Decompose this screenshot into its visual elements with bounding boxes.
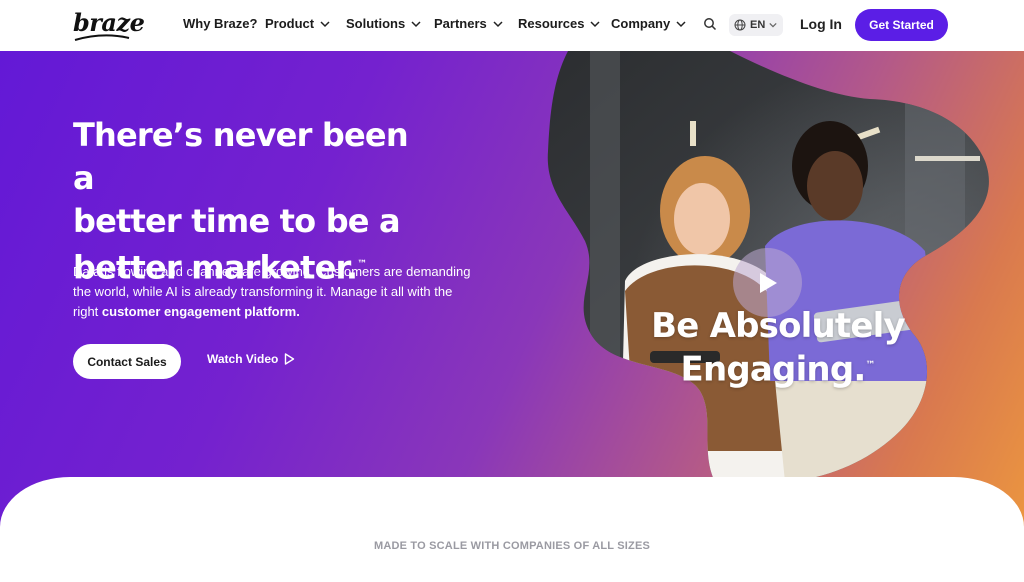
chevron-down-icon xyxy=(411,20,421,27)
nav-label: Partners xyxy=(434,16,487,31)
watch-video-label: Watch Video xyxy=(207,352,279,366)
nav-partners[interactable]: Partners xyxy=(434,16,503,31)
logo-swoosh-icon xyxy=(74,34,130,41)
chevron-down-icon xyxy=(320,20,330,27)
braze-logo[interactable]: braze xyxy=(73,8,145,41)
search-icon[interactable] xyxy=(703,17,717,31)
nav-company[interactable]: Company xyxy=(611,16,686,31)
globe-icon xyxy=(734,19,746,31)
overlay-line: Be Absolutely xyxy=(651,306,905,346)
chevron-down-icon xyxy=(590,20,601,27)
language-selector[interactable]: EN xyxy=(729,14,783,36)
play-outline-icon xyxy=(285,353,295,365)
chevron-down-icon xyxy=(769,22,777,28)
nav-solutions[interactable]: Solutions xyxy=(346,16,421,31)
nav-resources[interactable]: Resources xyxy=(518,16,601,31)
contact-sales-button[interactable]: Contact Sales xyxy=(73,344,181,379)
video-overlay-title: Be Absolutely Engaging.™ xyxy=(638,306,918,389)
nav-label: Solutions xyxy=(346,16,406,31)
nav-why-braze[interactable]: Why Braze? xyxy=(183,16,257,31)
overlay-line: Engaging. xyxy=(680,349,867,390)
nav-label: Product xyxy=(265,16,315,31)
logo-text: braze xyxy=(73,8,145,37)
chevron-down-icon xyxy=(676,20,686,27)
nav-product[interactable]: Product xyxy=(265,16,330,31)
watch-video-button[interactable]: Watch Video xyxy=(207,352,295,366)
hero-description: Data is flowing and channels are growing… xyxy=(73,262,473,322)
nav-label: Why Braze? xyxy=(183,16,258,31)
logos-section xyxy=(0,477,1024,582)
headline-line: There’s never been a xyxy=(73,116,409,197)
description-bold: customer engagement platform. xyxy=(101,304,300,319)
chevron-down-icon xyxy=(493,20,503,27)
language-label: EN xyxy=(750,19,766,31)
get-started-button[interactable]: Get Started xyxy=(855,9,948,41)
nav-label: Company xyxy=(611,16,671,31)
play-icon xyxy=(759,272,777,293)
top-nav: braze Why Braze? Product Solutions Partn… xyxy=(0,0,1024,51)
nav-label: Resources xyxy=(518,16,585,31)
headline-line: better time to be a xyxy=(73,202,401,240)
logos-section-label: MADE TO SCALE WITH COMPANIES OF ALL SIZE… xyxy=(373,540,651,552)
trademark-mark: ™ xyxy=(865,360,876,371)
login-link[interactable]: Log In xyxy=(800,16,842,32)
